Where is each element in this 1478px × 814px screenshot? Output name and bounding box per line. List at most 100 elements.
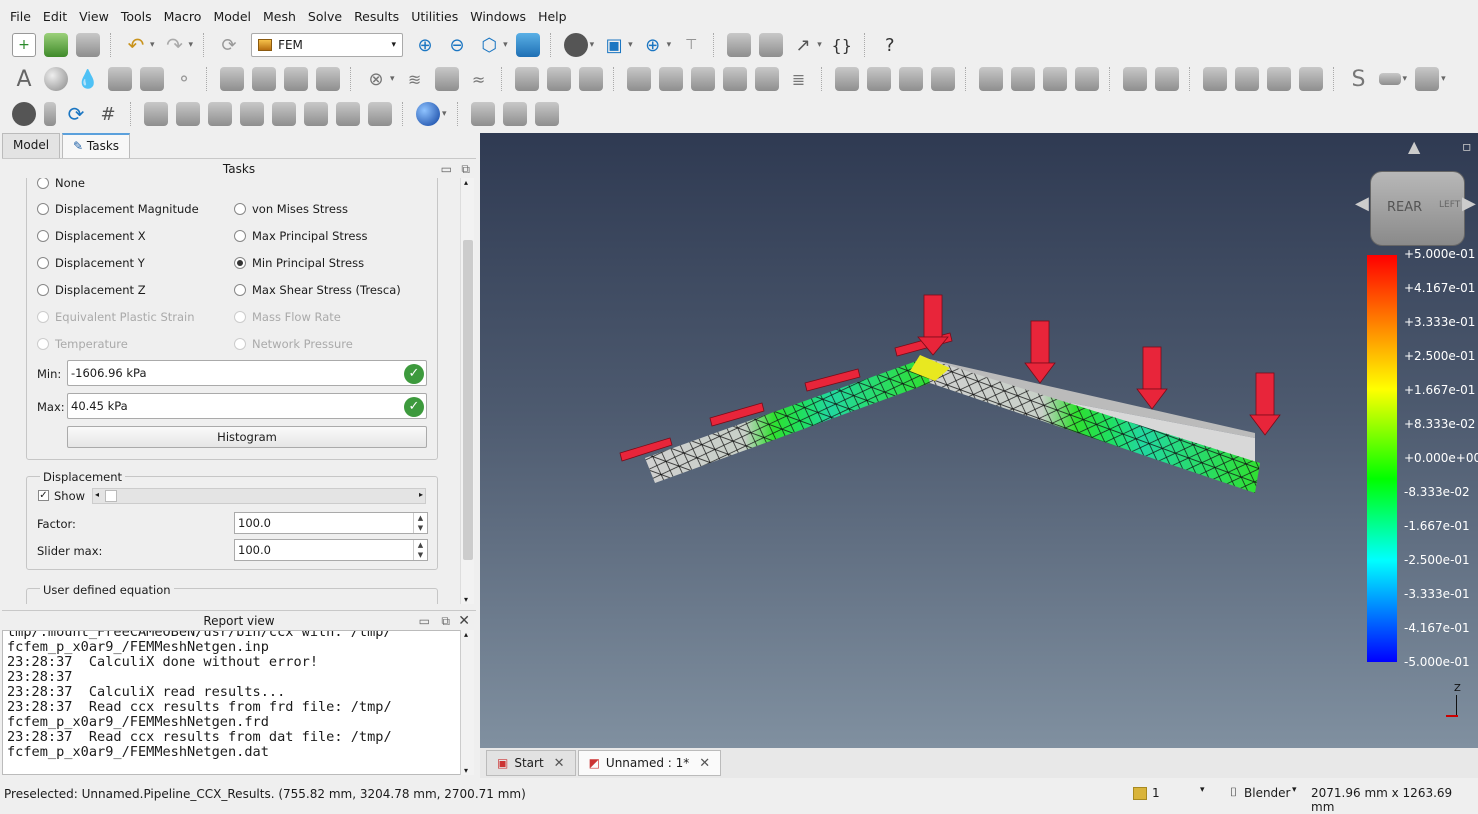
tab-start[interactable]: ▣ Start ✕ <box>486 750 576 776</box>
radio-displacement-magnitude[interactable]: Displacement Magnitude <box>37 202 199 216</box>
constraint-self-weight-icon[interactable] <box>898 67 923 91</box>
constraint-spring-icon[interactable] <box>690 67 715 91</box>
min-value-field[interactable]: -1606.96 kPa ✓ <box>67 360 427 386</box>
mesh-gmsh-icon[interactable] <box>1154 67 1179 91</box>
constraint-section-print-icon[interactable] <box>754 67 779 91</box>
scrollbar-thumb[interactable] <box>463 240 473 560</box>
close-icon[interactable]: ✕ <box>458 611 470 631</box>
post-pipeline-icon[interactable] <box>12 102 36 126</box>
menu-model[interactable]: Model <box>207 9 257 24</box>
constraint-heat-icon[interactable]: ≈ <box>467 67 491 91</box>
view-cube-c-icon[interactable] <box>534 102 559 126</box>
constraint-body-heat-icon[interactable] <box>1042 67 1067 91</box>
save-icon[interactable] <box>76 33 100 57</box>
constraint-fixed-icon[interactable] <box>546 67 571 91</box>
element-fluid-icon[interactable] <box>316 67 340 91</box>
isometric-view-icon[interactable]: ⬡ <box>477 33 501 57</box>
mesh-netgen-icon[interactable] <box>1122 67 1147 91</box>
tab-model[interactable]: Model <box>2 133 61 158</box>
radio-max-shear-stress-tresca[interactable]: Max Shear Stress (Tresca) <box>234 283 401 297</box>
menu-windows[interactable]: Windows <box>464 9 532 24</box>
menu-view[interactable]: View <box>73 9 115 24</box>
material-nonlinear-icon[interactable] <box>140 67 164 91</box>
post-refresh-icon[interactable]: ⟳ <box>64 102 88 126</box>
whats-this-icon[interactable]: ? <box>878 33 902 57</box>
navigation-cube[interactable]: REAR LEFT <box>1370 171 1465 246</box>
menu-edit[interactable]: Edit <box>37 9 73 24</box>
new-document-icon[interactable]: + <box>12 33 36 57</box>
report-scrollbar[interactable]: ▴ ▾ <box>460 630 474 775</box>
radio-none[interactable]: None <box>37 178 85 190</box>
menu-file[interactable]: File <box>4 9 37 24</box>
undo-icon[interactable]: ↶ <box>124 33 148 57</box>
material-fluid-icon[interactable]: 💧 <box>76 67 100 91</box>
navcube-menu-icon[interactable]: ▫ <box>1462 139 1472 155</box>
menu-help[interactable]: Help <box>532 9 573 24</box>
slider-handle[interactable] <box>105 490 117 502</box>
post-cut-icon[interactable] <box>208 102 232 126</box>
displacement-slider[interactable]: ◂ ▸ <box>92 488 426 504</box>
radio-min-principal-stress[interactable]: Min Principal Stress <box>234 256 364 270</box>
menu-solve[interactable]: Solve <box>302 9 348 24</box>
radio-max-principal-stress[interactable]: Max Principal Stress <box>234 229 367 243</box>
menu-macro[interactable]: Macro <box>158 9 208 24</box>
constraint-pressure-icon[interactable] <box>434 67 459 91</box>
task-scrollbar[interactable]: ▴ ▾ <box>460 178 474 604</box>
solver-icon[interactable]: S <box>1347 67 1371 92</box>
navigation-style[interactable]: Blender <box>1244 786 1291 800</box>
analysis-icon[interactable]: A <box>12 67 36 92</box>
mesh-group-icon[interactable] <box>1266 67 1291 91</box>
constraint-force-icon[interactable] <box>834 67 859 91</box>
constraint-initial-temp-icon[interactable] <box>1074 67 1099 91</box>
close-icon[interactable]: ✕ <box>699 756 710 771</box>
slider-right-arrow[interactable]: ▸ <box>419 490 423 499</box>
constraint-heatflux-icon[interactable] <box>1010 67 1035 91</box>
link-icon[interactable]: ↗ <box>791 33 815 57</box>
mesh-boundary-layer-icon[interactable] <box>1234 67 1259 91</box>
slider-max-spinbox[interactable]: 100.0 ▲ ▼ <box>234 539 428 561</box>
measure-icon[interactable] <box>515 33 540 57</box>
redo-icon[interactable]: ↷ <box>163 33 187 57</box>
post-grid-icon[interactable]: # <box>96 102 120 126</box>
constraint-centrif-icon[interactable] <box>930 67 955 91</box>
zoom-icon[interactable]: ⊕ <box>641 33 665 57</box>
menu-mesh[interactable]: Mesh <box>257 9 302 24</box>
close-icon[interactable]: ✕ <box>554 756 565 771</box>
rotate-up-arrow-icon[interactable]: ▲ <box>1408 137 1420 156</box>
restore-panel-icon[interactable]: ▭ <box>441 159 452 179</box>
workbench-selector[interactable]: FEM ▾ <box>251 33 404 57</box>
open-document-icon[interactable] <box>44 33 68 57</box>
factor-spinbox[interactable]: 100.0 ▲ ▼ <box>234 512 428 534</box>
mesh-clear-icon[interactable] <box>1298 67 1323 91</box>
constraint-temperature-icon[interactable] <box>978 67 1003 91</box>
spin-arrows-icon[interactable]: ▲ ▼ <box>413 513 427 533</box>
tab-unnamed[interactable]: ◩ Unnamed : 1* ✕ <box>577 750 722 776</box>
menu-tools[interactable]: Tools <box>115 9 158 24</box>
max-value-field[interactable]: 40.45 kPa ✓ <box>67 393 427 419</box>
fit-selection-icon[interactable]: ⊖ <box>445 33 469 57</box>
material-editor-icon[interactable] <box>108 67 132 91</box>
view-cube-b-icon[interactable] <box>502 102 527 126</box>
macro-braces-icon[interactable]: {} <box>830 33 854 57</box>
post-contours-icon[interactable] <box>272 102 296 126</box>
scroll-up-arrow[interactable]: ▴ <box>464 178 468 187</box>
undock-panel-icon[interactable]: ⧉ <box>441 611 450 631</box>
material-reinforced-icon[interactable]: ⚬ <box>172 67 196 91</box>
radio-displacement-y[interactable]: Displacement Y <box>37 256 145 270</box>
mesh-region-icon[interactable] <box>1202 67 1227 91</box>
constraint-transform-icon[interactable] <box>722 67 747 91</box>
material-solid-icon[interactable] <box>44 67 68 91</box>
menu-utilities[interactable]: Utilities <box>405 9 464 24</box>
post-data-point-icon[interactable] <box>336 102 360 126</box>
results-icon[interactable] <box>1415 67 1440 91</box>
constraint-tie-icon[interactable] <box>658 67 683 91</box>
constraint-bearing-icon[interactable] <box>514 67 539 91</box>
post-warp-icon[interactable] <box>144 102 168 126</box>
bounding-box-icon[interactable]: ▣ <box>602 33 626 57</box>
post-clip-region-icon[interactable] <box>176 102 200 126</box>
post-data-line-icon[interactable] <box>304 102 328 126</box>
radio-von-mises-stress[interactable]: von Mises Stress <box>234 202 348 216</box>
layer-count[interactable]: 1 <box>1152 786 1160 800</box>
rotate-left-arrow-icon[interactable]: ◀ <box>1355 193 1369 214</box>
tab-tasks[interactable]: ✎ Tasks <box>62 133 131 158</box>
